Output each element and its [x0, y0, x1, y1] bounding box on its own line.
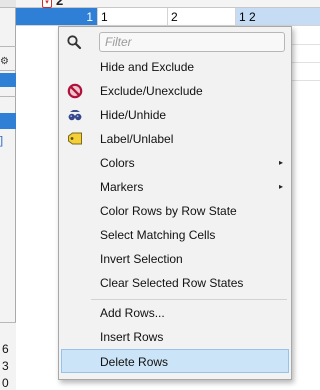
panel-divider — [0, 70, 16, 71]
search-icon — [66, 34, 82, 50]
menu-item-label: Insert Rows — [100, 330, 164, 344]
exclude-icon — [67, 83, 83, 99]
panel-divider — [0, 96, 16, 97]
grid-line — [292, 62, 320, 63]
menu-item-label: Exclude/Unexclude — [100, 84, 203, 98]
panel-divider — [0, 46, 16, 47]
menu-item-label: Add Rows... — [100, 306, 165, 320]
menu-item-label: Label/Unlabel — [100, 132, 174, 146]
menu-separator — [91, 299, 287, 300]
row-number-cell[interactable]: 1 — [16, 8, 98, 26]
red-marker-icon: ▾ — [42, 0, 52, 8]
table-cell[interactable]: 1 2 — [236, 8, 320, 26]
selected-row-band — [0, 73, 16, 87]
panel-value: 3 — [2, 359, 9, 373]
menu-item-label: Hide/Unhide — [100, 108, 167, 122]
menu-item-clear-selected-row-states[interactable]: Clear Selected Row States — [61, 271, 289, 295]
menu-item-colors[interactable]: Colors ▸ — [61, 151, 289, 175]
menu-item-add-rows[interactable]: Add Rows... — [61, 301, 289, 325]
table-row[interactable]: 1 1 2 1 2 — [16, 8, 320, 26]
row-states-panel: ⚙ ] 6 3 0 — [0, 0, 16, 390]
bracket-marker-icon: ] — [0, 135, 4, 147]
menu-item-label: Select Matching Cells — [100, 228, 216, 242]
submenu-arrow-icon: ▸ — [278, 182, 283, 191]
settings-gear-icon[interactable]: ⚙ — [0, 55, 16, 69]
header-digit: 2 — [56, 0, 64, 8]
selected-row-band — [0, 113, 16, 129]
menu-item-hide-and-exclude[interactable]: Hide and Exclude — [61, 55, 289, 79]
menu-filter-row — [59, 29, 291, 55]
menu-item-invert-selection[interactable]: Invert Selection — [61, 247, 289, 271]
row-panel-header — [0, 0, 16, 8]
menu-item-label: Invert Selection — [100, 252, 183, 266]
submenu-arrow-icon: ▸ — [278, 158, 283, 167]
grid-line — [292, 44, 320, 45]
menu-item-markers[interactable]: Markers ▸ — [61, 175, 289, 199]
menu-item-color-rows-by-row-state[interactable]: Color Rows by Row State — [61, 199, 289, 223]
menu-item-label: Hide and Exclude — [100, 60, 195, 74]
menu-item-label: Markers — [100, 180, 144, 194]
menu-item-label: Clear Selected Row States — [100, 276, 244, 290]
menu-filter-input[interactable] — [99, 32, 285, 52]
menu-item-select-matching-cells[interactable]: Select Matching Cells — [61, 223, 289, 247]
grid-line — [292, 80, 320, 81]
menu-item-hide-unhide[interactable]: Hide/Unhide — [61, 103, 289, 127]
panel-value: 0 — [2, 376, 9, 390]
menu-item-label-unlabel[interactable]: Label/Unlabel — [61, 127, 289, 151]
table-cell[interactable]: 2 — [168, 8, 236, 26]
table-cell[interactable]: 1 — [98, 8, 168, 26]
panel-value: 6 — [2, 342, 9, 356]
menu-item-label: Delete Rows — [100, 355, 169, 369]
label-tag-icon — [67, 131, 83, 147]
column-list-panel: 6 3 0 — [0, 322, 16, 390]
context-menu: Hide and Exclude Exclude/Unexclude Hide/… — [58, 26, 292, 380]
column-header-strip: ▾ 2 — [16, 0, 320, 8]
menu-item-exclude-unexclude[interactable]: Exclude/Unexclude — [61, 79, 289, 103]
menu-item-label: Color Rows by Row State — [100, 204, 237, 218]
menu-item-insert-rows[interactable]: Insert Rows — [61, 325, 289, 349]
menu-item-delete-rows[interactable]: Delete Rows — [61, 349, 289, 373]
hide-glasses-icon — [67, 107, 83, 123]
menu-item-label: Colors — [100, 156, 135, 170]
